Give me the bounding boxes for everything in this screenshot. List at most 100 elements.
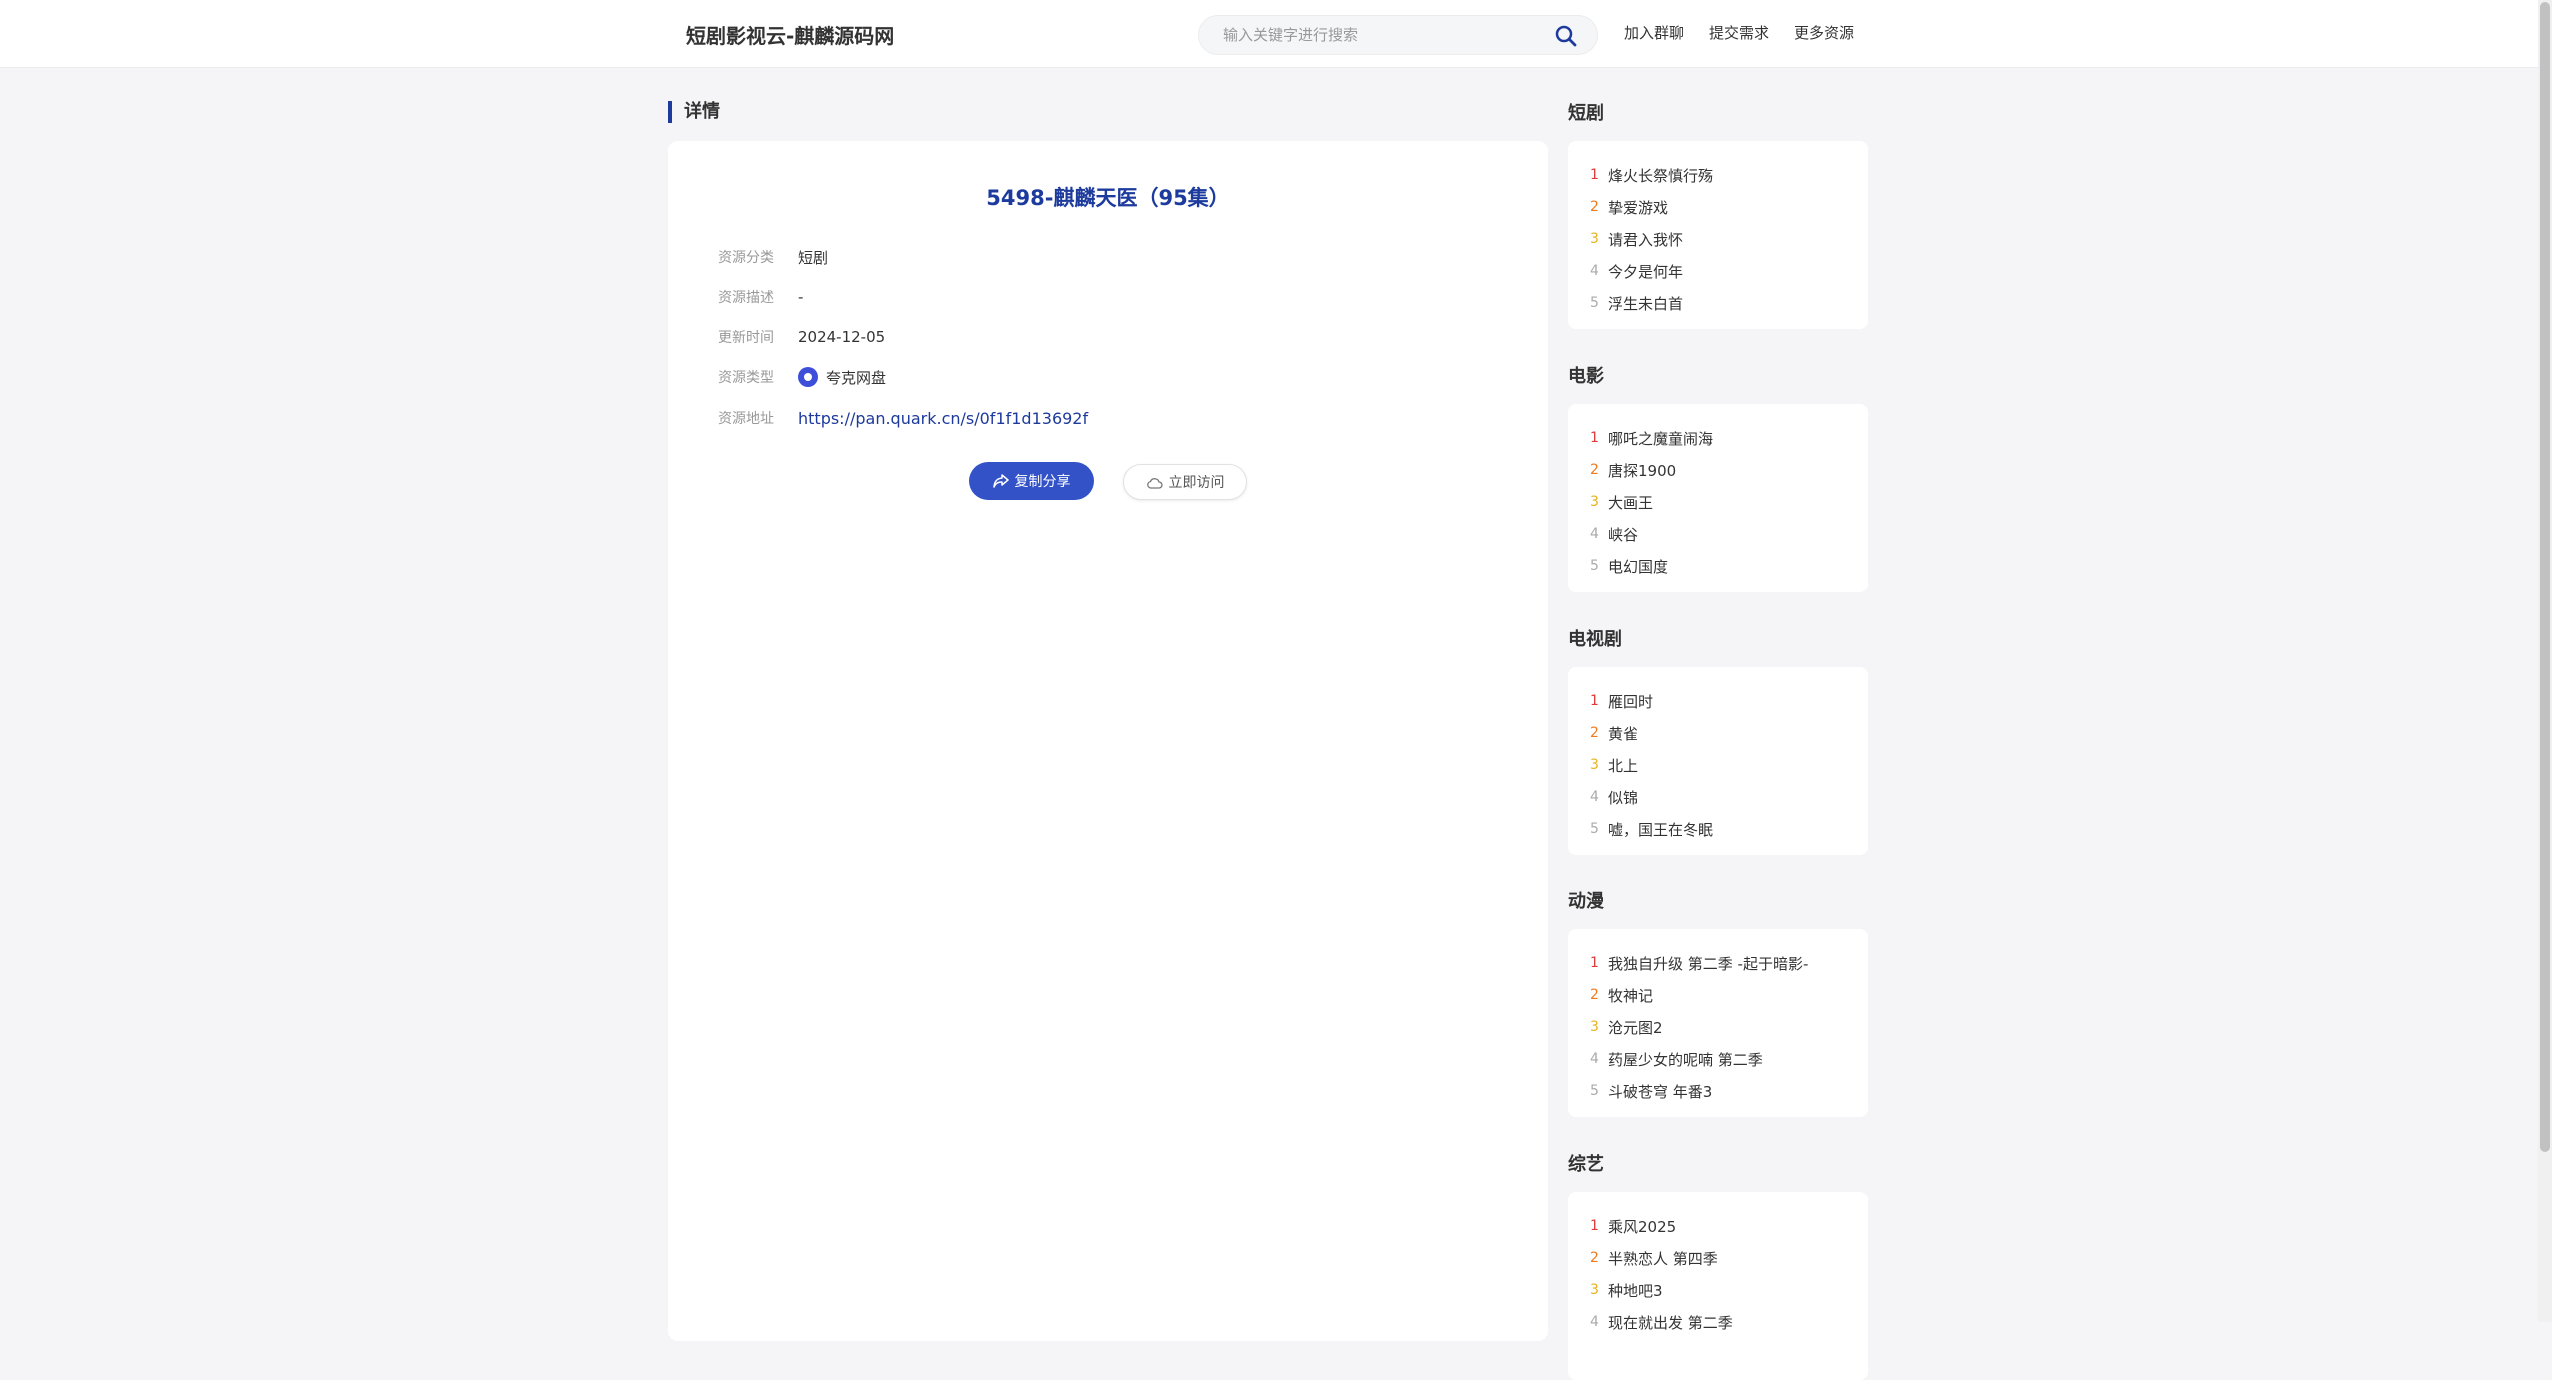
sidebar-item-label: 似锦 (1608, 788, 1639, 807)
sidebar-heading-tv-series: 电视剧 (1568, 629, 1622, 650)
visit-now-button[interactable]: 立即访问 (1123, 464, 1247, 500)
sidebar-item-label: 嘘，国王在冬眠 (1608, 820, 1714, 839)
detail-card: 5498-麒麟天医（95集） 资源分类 短剧 资源描述 - 更新时间 2024-… (668, 141, 1548, 1341)
nav-join-group[interactable]: 加入群聊 (1624, 22, 1684, 43)
sidebar-item[interactable]: 4 药屋少女的呢喃 第二季 (1568, 1043, 1868, 1075)
rank-number: 3 (1590, 231, 1599, 247)
sidebar-item-label: 今夕是何年 (1608, 262, 1684, 281)
page-scrollbar-thumb[interactable] (2540, 2, 2550, 1152)
rank-number: 5 (1590, 295, 1599, 311)
sidebar-item[interactable]: 2 挚爱游戏 (1568, 191, 1868, 223)
sidebar-item[interactable]: 1 烽火长祭慎行殇 (1568, 159, 1868, 191)
sidebar-item[interactable]: 2 半熟恋人 第四季 (1568, 1242, 1868, 1274)
sidebar-item[interactable]: 3 大画王 (1568, 486, 1868, 518)
sidebar-item[interactable]: 1 哪吒之魔童闹海 (1568, 422, 1868, 454)
rank-number: 4 (1590, 526, 1599, 542)
rank-number: 1 (1590, 955, 1599, 971)
sidebar-item-label: 沧元图2 (1608, 1018, 1663, 1037)
search-box (1198, 15, 1598, 55)
rank-number: 3 (1590, 757, 1599, 773)
sidebar-item[interactable]: 5 浮生未白首 (1568, 287, 1868, 319)
sidebar-item[interactable]: 3 请君入我怀 (1568, 223, 1868, 255)
sidebar-item-label: 大画王 (1608, 493, 1654, 512)
sidebar-item[interactable]: 2 牧神记 (1568, 979, 1868, 1011)
sidebar-card-short-drama: 1 烽火长祭慎行殇 2 挚爱游戏 3 请君入我怀 4 今夕是何年 5 浮生未白首 (1568, 141, 1868, 329)
rank-number: 4 (1590, 1314, 1599, 1330)
category-label: 资源分类 (718, 250, 774, 266)
sidebar-item-label: 黄雀 (1608, 724, 1639, 743)
detail-section-title: 详情 (668, 101, 720, 123)
sidebar-item-label: 请君入我怀 (1608, 230, 1684, 249)
sidebar-item[interactable]: 2 唐探1900 (1568, 454, 1868, 486)
sidebar-item-label: 电幻国度 (1608, 557, 1669, 576)
visit-now-label: 立即访问 (1168, 475, 1225, 491)
sidebar-card-tv-series: 1 雁回时 2 黄雀 3 北上 4 似锦 5 嘘，国王在冬眠 (1568, 667, 1868, 855)
rank-number: 1 (1590, 1218, 1599, 1234)
sidebar-item[interactable]: 4 似锦 (1568, 781, 1868, 813)
quark-drive-icon (798, 367, 818, 387)
nav-more-resources[interactable]: 更多资源 (1794, 22, 1854, 43)
sidebar-item[interactable]: 4 今夕是何年 (1568, 255, 1868, 287)
sidebar-item-label: 半熟恋人 第四季 (1608, 1249, 1718, 1268)
rank-number: 4 (1590, 789, 1599, 805)
updated-label: 更新时间 (718, 330, 774, 346)
sidebar-item[interactable]: 3 沧元图2 (1568, 1011, 1868, 1043)
copy-share-button[interactable]: 复制分享 (969, 462, 1094, 500)
sidebar-item-label: 乘风2025 (1608, 1217, 1677, 1236)
rank-number: 3 (1590, 494, 1599, 510)
sidebar-item-label: 我独自升级 第二季 -起于暗影- (1608, 954, 1809, 973)
sidebar-heading-variety: 综艺 (1568, 1154, 1604, 1175)
rank-number: 1 (1590, 693, 1599, 709)
sidebar-item-label: 雁回时 (1608, 692, 1654, 711)
search-icon (1555, 25, 1577, 47)
sidebar-card-anime: 1 我独自升级 第二季 -起于暗影- 2 牧神记 3 沧元图2 4 药屋少女的呢喃 第二… (1568, 929, 1868, 1117)
site-title[interactable]: 短剧影视云-麒麟源码网 (686, 20, 894, 49)
sidebar-card-variety: 1 乘风2025 2 半熟恋人 第四季 3 种地吧3 4 现在就出发 第二季 (1568, 1192, 1868, 1380)
sidebar-card-movies: 1 哪吒之魔童闹海 2 唐探1900 3 大画王 4 峡谷 5 电幻国度 (1568, 404, 1868, 592)
type-value: 夸克网盘 (826, 368, 887, 387)
top-header: 短剧影视云-麒麟源码网 加入群聊 提交需求 更多资源 (0, 0, 2538, 68)
description-value: - (798, 288, 804, 306)
sidebar-item[interactable]: 1 乘风2025 (1568, 1210, 1868, 1242)
rank-number: 3 (1590, 1019, 1599, 1035)
sidebar-item-label: 挚爱游戏 (1608, 198, 1669, 217)
url-label: 资源地址 (718, 411, 774, 427)
sidebar-item-label: 现在就出发 第二季 (1608, 1313, 1733, 1332)
info-row-type: 资源类型 夸克网盘 (718, 365, 886, 389)
sidebar-item-label: 斗破苍穹 年番3 (1608, 1082, 1713, 1101)
sidebar-item-label: 药屋少女的呢喃 第二季 (1608, 1050, 1763, 1069)
rank-number: 4 (1590, 1051, 1599, 1067)
rank-number: 1 (1590, 430, 1599, 446)
sidebar-item-label: 牧神记 (1608, 986, 1654, 1005)
updated-value: 2024-12-05 (798, 328, 886, 346)
share-icon (992, 474, 1009, 488)
rank-number: 2 (1590, 199, 1599, 215)
top-nav: 加入群聊 提交需求 更多资源 (1624, 22, 1854, 43)
cloud-icon (1146, 477, 1163, 489)
search-input[interactable] (1223, 24, 1523, 46)
copy-share-label: 复制分享 (1014, 474, 1071, 490)
sidebar-item[interactable]: 4 现在就出发 第二季 (1568, 1306, 1868, 1338)
rank-number: 5 (1590, 1083, 1599, 1099)
sidebar-item[interactable]: 5 电幻国度 (1568, 550, 1868, 582)
sidebar-item[interactable]: 1 雁回时 (1568, 685, 1868, 717)
sidebar-item[interactable]: 1 我独自升级 第二季 -起于暗影- (1568, 947, 1868, 979)
sidebar-item[interactable]: 5 嘘，国王在冬眠 (1568, 813, 1868, 845)
category-value: 短剧 (798, 248, 829, 267)
sidebar-item[interactable]: 3 北上 (1568, 749, 1868, 781)
resource-url-link[interactable]: https://pan.quark.cn/s/0f1f1d13692f (798, 409, 1088, 428)
info-row-description: 资源描述 - (718, 285, 803, 309)
sidebar-item-label: 哪吒之魔童闹海 (1608, 429, 1714, 448)
info-row-category: 资源分类 短剧 (718, 245, 828, 269)
sidebar-item[interactable]: 3 种地吧3 (1568, 1274, 1868, 1306)
sidebar-item-label: 烽火长祭慎行殇 (1608, 166, 1714, 185)
rank-number: 2 (1590, 987, 1599, 1003)
info-row-updated: 更新时间 2024-12-05 (718, 325, 885, 349)
sidebar-item[interactable]: 4 峡谷 (1568, 518, 1868, 550)
search-button[interactable] (1551, 21, 1581, 51)
rank-number: 2 (1590, 725, 1599, 741)
sidebar-item[interactable]: 2 黄雀 (1568, 717, 1868, 749)
nav-submit-request[interactable]: 提交需求 (1709, 22, 1769, 43)
sidebar-item[interactable]: 5 斗破苍穹 年番3 (1568, 1075, 1868, 1107)
rank-number: 5 (1590, 558, 1599, 574)
